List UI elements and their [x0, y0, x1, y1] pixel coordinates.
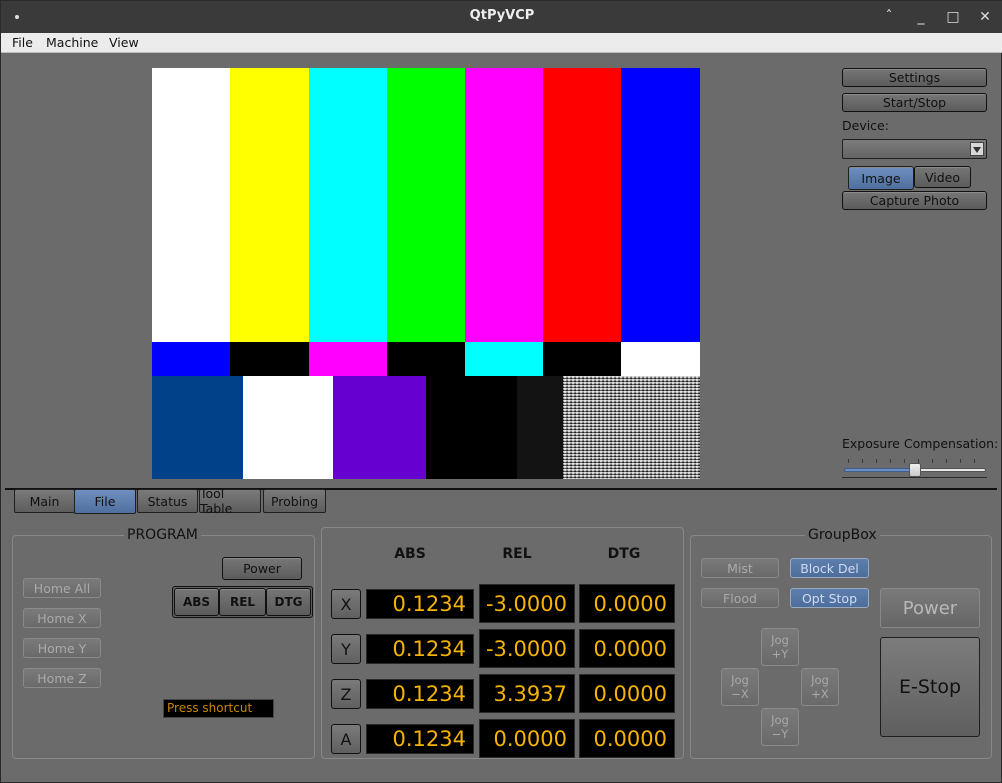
settings-button[interactable]: Settings [842, 68, 987, 87]
menu-bar: File Machine View [1, 33, 1002, 53]
power-button[interactable]: Power [222, 557, 302, 580]
shortcut-input[interactable]: Press shortcut [163, 699, 274, 718]
jog-plus-y-button[interactable]: Jog +Y [761, 628, 799, 666]
menu-machine[interactable]: Machine [46, 35, 98, 50]
slider-baseline [842, 477, 987, 478]
dro-x-dtg: 0.0000 [579, 584, 675, 623]
test-strip-white [621, 342, 700, 376]
test-bar-white [152, 68, 230, 342]
dro-z-abs: 0.1234 [366, 679, 474, 709]
dro-x-abs: 0.1234 [366, 589, 474, 619]
dro-header-dtg: DTG [607, 546, 641, 562]
exposure-label: Exposure Compensation: [842, 436, 999, 451]
dro-a-rel: 0.0000 [479, 719, 575, 758]
tab-probing[interactable]: Probing [263, 489, 326, 513]
home-x-button[interactable]: Home X [23, 608, 101, 628]
test-strip-black [543, 342, 621, 376]
test-strip-black [230, 342, 309, 376]
test-strip-magenta [309, 342, 387, 376]
slider-tick [890, 459, 891, 463]
dro-a-dtg: 0.0000 [579, 719, 675, 758]
axis-a-button[interactable]: A [331, 724, 361, 754]
home-z-button[interactable]: Home Z [23, 668, 101, 688]
slider-tick [946, 459, 947, 463]
test-block-purple [333, 376, 426, 479]
dro-y-rel: -3.0000 [479, 629, 575, 668]
mist-button[interactable]: Mist [701, 558, 779, 578]
maximize-icon[interactable]: □ [943, 7, 963, 27]
optional-stop-button[interactable]: Opt Stop [790, 588, 869, 608]
axis-z-button[interactable]: Z [331, 679, 361, 709]
dro-y-dtg: 0.0000 [579, 629, 675, 668]
test-bar-cyan [309, 68, 387, 342]
video-mode-button[interactable]: Video [914, 166, 971, 188]
program-title: PROGRAM [124, 527, 201, 543]
estop-button[interactable]: E-Stop [880, 637, 980, 737]
axis-y-button[interactable]: Y [331, 634, 361, 664]
menu-view[interactable]: View [109, 35, 139, 50]
minimize-icon[interactable]: _ [911, 7, 931, 27]
dro-header-abs: ABS [394, 546, 426, 562]
menu-file[interactable]: File [12, 35, 33, 50]
test-strip-blue [152, 342, 230, 376]
slider-tick [904, 459, 905, 463]
dtg-mode-button[interactable]: DTG [266, 588, 311, 616]
close-icon[interactable]: ✕ [975, 7, 995, 27]
test-block-noise [563, 376, 700, 479]
camera-preview [152, 68, 700, 479]
dro-y-abs: 0.1234 [366, 634, 474, 664]
dro-header-rel: REL [502, 546, 532, 562]
test-bar-yellow [230, 68, 309, 342]
test-block-navy [152, 376, 243, 479]
test-strip-cyan [465, 342, 543, 376]
test-bar-magenta [465, 68, 543, 342]
machine-power-button[interactable]: Power [880, 588, 980, 628]
chevron-up-icon[interactable]: ˆ [879, 7, 899, 27]
tab-main[interactable]: Main [14, 489, 75, 513]
tab-file[interactable]: File [74, 489, 136, 514]
test-bar-red [543, 68, 621, 342]
image-mode-button[interactable]: Image [848, 166, 914, 190]
app-window: QtPyVCP ˆ _ □ ✕ File Machine View Settin… [0, 0, 1002, 783]
slider-tick [974, 459, 975, 463]
test-bar-blue [621, 68, 700, 342]
dro-a-abs: 0.1234 [366, 724, 474, 754]
capture-photo-button[interactable]: Capture Photo [842, 191, 987, 210]
tab-status[interactable]: Status [137, 489, 198, 513]
dro-z-dtg: 0.0000 [579, 674, 675, 713]
home-y-button[interactable]: Home Y [23, 638, 101, 658]
slider-tick [862, 459, 863, 463]
slider-tick [876, 459, 877, 463]
title-bar: QtPyVCP ˆ _ □ ✕ [1, 1, 1002, 33]
slider-tick [960, 459, 961, 463]
device-label: Device: [842, 118, 889, 133]
axis-x-button[interactable]: X [331, 589, 361, 619]
groupbox-title: GroupBox [805, 527, 880, 543]
device-select[interactable] [842, 139, 987, 159]
test-block-white [243, 376, 333, 479]
slider-tick [848, 459, 849, 463]
block-delete-button[interactable]: Block Del [790, 558, 869, 578]
abs-mode-button[interactable]: ABS [174, 588, 219, 616]
chevron-down-icon[interactable] [970, 142, 984, 156]
jog-plus-x-button[interactable]: Jog +X [801, 668, 839, 706]
dro-z-rel: 3.3937 [479, 674, 575, 713]
slider-tick [932, 459, 933, 463]
rel-mode-button[interactable]: REL [219, 588, 266, 616]
exposure-slider-handle[interactable] [909, 463, 921, 477]
test-block-dark [517, 376, 563, 479]
test-bar-green [387, 68, 465, 342]
flood-button[interactable]: Flood [701, 588, 779, 608]
test-strip-black [387, 342, 465, 376]
tab-tool-table[interactable]: Tool Table [199, 486, 261, 516]
exposure-slider-fill [844, 468, 915, 472]
start-stop-button[interactable]: Start/Stop [842, 93, 987, 112]
jog-minus-y-button[interactable]: Jog −Y [761, 708, 799, 746]
home-all-button[interactable]: Home All [23, 578, 101, 598]
jog-minus-x-button[interactable]: Jog −X [721, 668, 759, 706]
test-block-black [426, 376, 517, 479]
dro-x-rel: -3.0000 [479, 584, 575, 623]
window-title: QtPyVCP [469, 8, 535, 23]
